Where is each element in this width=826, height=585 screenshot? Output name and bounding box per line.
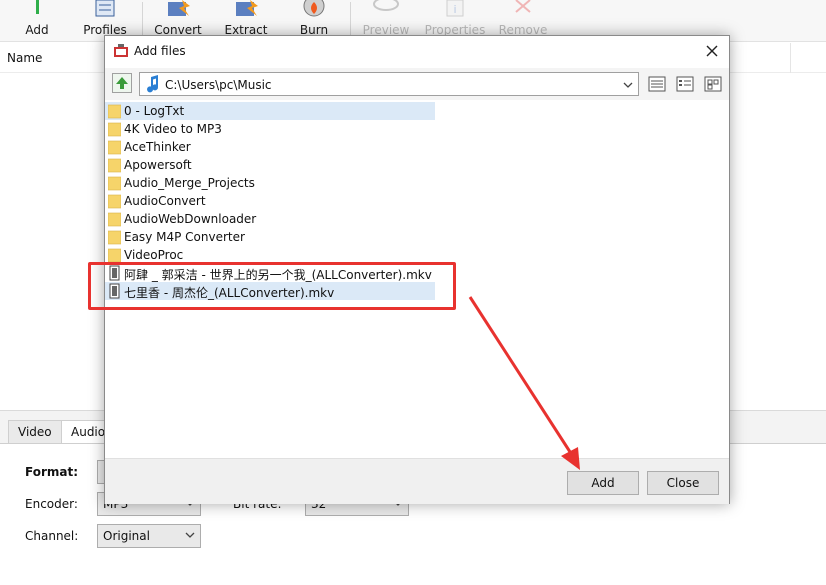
highlight-box — [88, 262, 456, 310]
add-files-button[interactable]: Add — [567, 471, 639, 495]
folder-item[interactable]: 0 - LogTxt — [105, 102, 435, 120]
item-name: Audio_Merge_Projects — [124, 176, 255, 190]
item-name: VideoProc — [124, 248, 184, 262]
chevron-down-icon — [623, 82, 633, 88]
item-name: 4K Video to MP3 — [124, 122, 222, 136]
channel-label: Channel: — [25, 529, 79, 543]
burn-icon — [303, 0, 325, 17]
channel-value: Original — [103, 529, 150, 543]
folder-item[interactable]: Easy M4P Converter — [105, 228, 435, 246]
add-button-label: Add — [25, 23, 49, 37]
folder-icon — [108, 122, 121, 137]
folder-icon — [108, 140, 121, 155]
item-name: AudioWebDownloader — [124, 212, 257, 226]
svg-text:i: i — [453, 3, 456, 16]
folder-icon — [108, 248, 121, 263]
dialog-footer: Add Close — [105, 458, 729, 504]
folder-item[interactable]: AudioConvert — [105, 192, 435, 210]
folder-item[interactable]: AudioWebDownloader — [105, 210, 435, 228]
item-name: Apowersoft — [124, 158, 192, 172]
profiles-icon — [95, 0, 115, 17]
item-name: 0 - LogTxt — [124, 104, 185, 118]
folder-item[interactable]: AceThinker — [105, 138, 435, 156]
encoder-label: Encoder: — [25, 497, 78, 511]
item-name: Easy M4P Converter — [124, 230, 245, 244]
chevron-down-icon — [185, 532, 195, 538]
path-value: C:\Users\pc\Music — [165, 78, 272, 92]
channel-select[interactable]: Original — [97, 524, 201, 548]
properties-icon: i — [446, 0, 464, 17]
toolbar-separator — [350, 2, 351, 38]
add-button[interactable]: Add — [17, 0, 57, 42]
item-name: AudioConvert — [124, 194, 206, 208]
folder-icon — [108, 176, 121, 191]
close-button[interactable]: Close — [647, 471, 719, 495]
folder-item[interactable]: Apowersoft — [105, 156, 435, 174]
view-details-icon[interactable] — [675, 74, 695, 94]
tab-video[interactable]: Video — [8, 420, 62, 444]
convert-icon — [168, 0, 190, 16]
folder-icon — [108, 194, 121, 209]
item-name: AceThinker — [124, 140, 191, 154]
music-note-icon — [147, 75, 159, 93]
toolbar-separator — [142, 2, 143, 38]
folder-icon — [108, 212, 121, 227]
view-icons-icon[interactable] — [703, 74, 723, 94]
folder-item[interactable]: Audio_Merge_Projects — [105, 174, 435, 192]
dialog-title-bar: Add files — [105, 36, 729, 67]
folder-icon — [108, 104, 121, 119]
app-icon — [114, 44, 128, 57]
folder-item[interactable]: 4K Video to MP3 — [105, 120, 435, 138]
folder-icon — [108, 230, 121, 245]
extract-icon — [236, 0, 258, 16]
view-list-icon[interactable] — [647, 74, 667, 94]
name-column-header[interactable]: Name — [7, 51, 42, 65]
format-label: Format: — [25, 465, 79, 479]
remove-icon — [515, 0, 531, 13]
dialog-title: Add files — [134, 44, 186, 58]
column-separator — [790, 43, 791, 73]
path-bar: C:\Users\pc\Music — [105, 68, 729, 100]
close-icon[interactable] — [701, 40, 723, 62]
folder-icon — [108, 158, 121, 173]
up-folder-button[interactable] — [112, 73, 132, 93]
up-arrow-icon — [116, 77, 128, 89]
plus-icon — [36, 0, 39, 14]
path-select[interactable]: C:\Users\pc\Music — [139, 72, 639, 96]
preview-icon — [373, 0, 399, 11]
